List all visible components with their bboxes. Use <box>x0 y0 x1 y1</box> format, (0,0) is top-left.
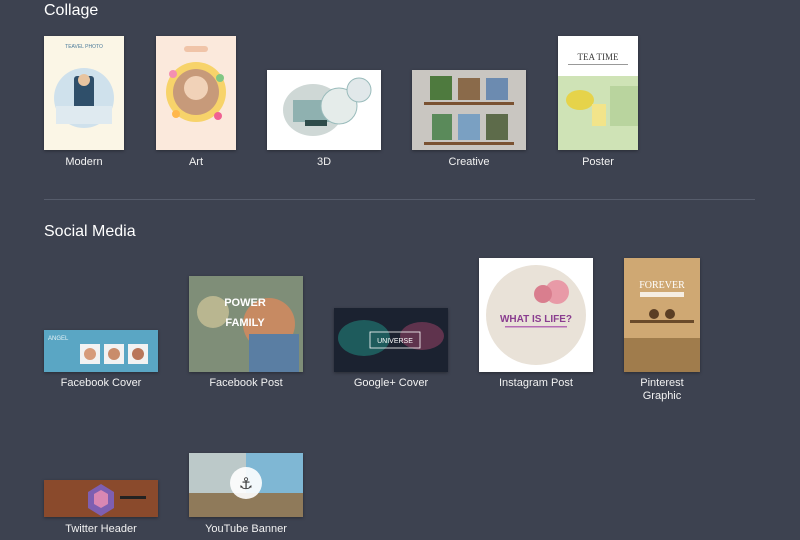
template-label: YouTube Banner <box>205 523 287 535</box>
3d-thumbnail <box>267 70 381 150</box>
template-facebook-cover[interactable]: ANGEL Facebook Cover <box>31 256 171 396</box>
template-label: Twitter Header <box>65 523 137 535</box>
template-twitter-header[interactable]: Twitter Header <box>31 445 171 540</box>
svg-text:ANGEL: ANGEL <box>48 336 69 342</box>
template-facebook-post[interactable]: POWER FAMILY Facebook Post <box>176 256 316 396</box>
svg-text:TEA TIME: TEA TIME <box>577 52 619 62</box>
twitter-header-thumbnail <box>44 480 158 517</box>
template-poster[interactable]: TEA TIME Poster <box>528 36 668 176</box>
svg-text:TEAVEL PHOTO: TEAVEL PHOTO <box>65 44 103 50</box>
svg-text:FOREVER: FOREVER <box>639 280 685 291</box>
section-title-collage: Collage <box>44 2 99 19</box>
template-label: Art <box>188 156 204 168</box>
facebook-post-thumbnail: POWER FAMILY <box>189 276 303 372</box>
svg-text:WHAT IS LIFE?: WHAT IS LIFE? <box>500 314 572 325</box>
pinterest-graphic-thumbnail: FOREVER <box>624 258 700 372</box>
template-art[interactable]: Art <box>126 36 266 176</box>
template-label: Google+ Cover <box>353 377 429 389</box>
template-label: Pinterest Graphic <box>640 377 684 402</box>
template-pinterest-graphic[interactable]: FOREVER Pinterest Graphic <box>592 256 732 416</box>
svg-text:FAMILY: FAMILY <box>225 317 265 329</box>
template-label: Instagram Post <box>499 377 573 389</box>
facebook-cover-thumbnail: ANGEL <box>44 330 158 372</box>
section-divider <box>44 199 755 200</box>
template-youtube-banner[interactable]: ⚓ YouTube Banner <box>176 445 316 540</box>
google-plus-cover-thumbnail: UNIVERSE <box>334 308 448 372</box>
youtube-banner-thumbnail: ⚓ <box>189 453 303 517</box>
instagram-post-thumbnail: WHAT IS LIFE? <box>479 258 593 372</box>
modern-thumbnail: TEAVEL PHOTO <box>44 36 124 150</box>
section-title-social-media: Social Media <box>44 223 136 240</box>
template-label: Poster <box>582 156 614 168</box>
template-instagram-post[interactable]: WHAT IS LIFE? Instagram Post <box>466 256 606 396</box>
template-label: Facebook Cover <box>60 377 142 389</box>
template-label: 3D <box>316 156 332 168</box>
poster-thumbnail: TEA TIME <box>558 36 638 150</box>
svg-text:⚓: ⚓ <box>239 474 253 493</box>
creative-thumbnail <box>412 70 526 150</box>
template-google-plus-cover[interactable]: UNIVERSE Google+ Cover <box>321 256 461 396</box>
template-creative[interactable]: Creative <box>399 36 539 176</box>
art-thumbnail <box>156 36 236 150</box>
svg-text:POWER: POWER <box>224 297 266 309</box>
template-label: Creative <box>448 156 490 168</box>
template-label: Facebook Post <box>209 377 283 389</box>
svg-text:UNIVERSE: UNIVERSE <box>377 338 413 345</box>
template-3d[interactable]: 3D <box>254 36 394 176</box>
